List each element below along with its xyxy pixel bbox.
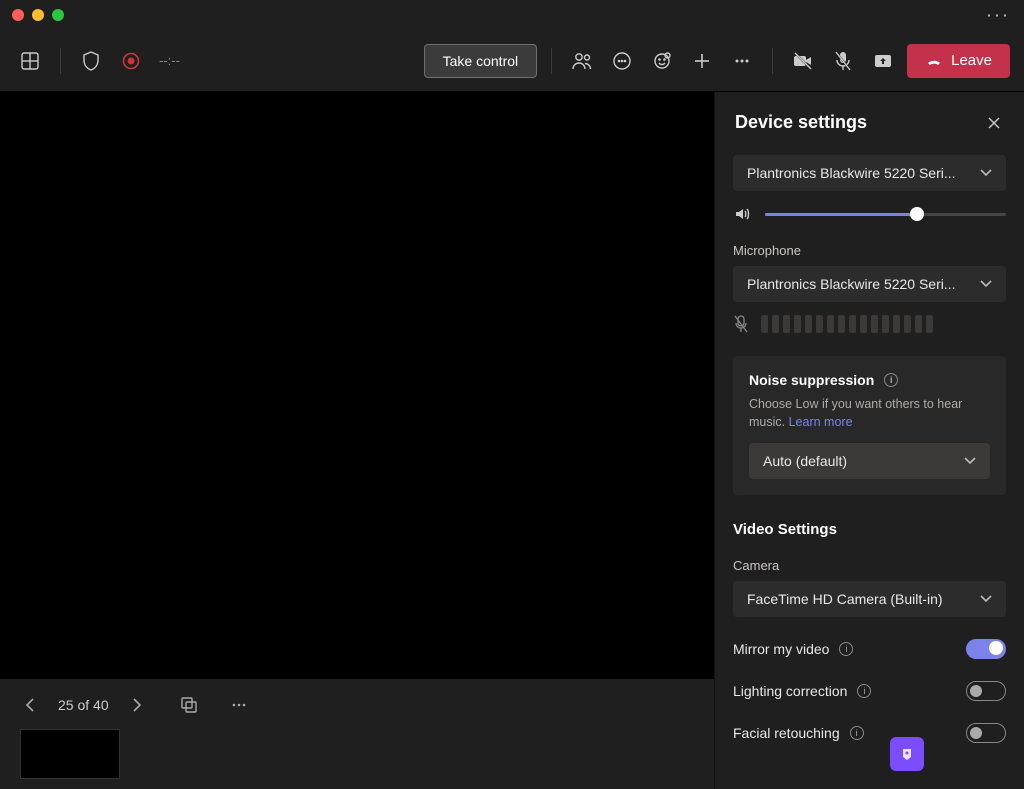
info-icon[interactable]: i [850,726,864,740]
mic-muted-icon [733,314,749,334]
hangup-icon [925,52,943,70]
mirror-label: Mirror my video [733,641,829,657]
fullscreen-window-button[interactable] [52,9,64,21]
slide-view-icon[interactable] [173,689,205,721]
next-slide-button[interactable] [127,695,147,715]
separator [60,48,61,74]
reactions-icon[interactable] [646,45,678,77]
camera-off-icon[interactable] [787,45,819,77]
noise-value: Auto (default) [763,453,847,469]
record-icon[interactable] [115,45,147,77]
chevron-down-icon [980,169,992,177]
retouch-label: Facial retouching [733,725,840,741]
close-panel-button[interactable] [984,113,1004,133]
titlebar: ··· [0,0,1024,30]
add-icon[interactable] [686,45,718,77]
microphone-label: Microphone [733,243,1006,258]
retouch-toggle[interactable] [966,723,1006,743]
presentation-stage: 25 of 40 [0,92,714,789]
minimize-window-button[interactable] [32,9,44,21]
separator [551,48,552,74]
leave-label: Leave [951,52,992,69]
shield-icon[interactable] [75,45,107,77]
speaker-value: Plantronics Blackwire 5220 Seri... [747,165,956,181]
prev-slide-button[interactable] [20,695,40,715]
call-duration: --:-- [159,53,180,68]
slide-more-icon[interactable] [223,689,255,721]
people-icon[interactable] [566,45,598,77]
info-icon[interactable]: i [857,684,871,698]
share-screen-icon[interactable] [867,45,899,77]
panel-title: Device settings [735,112,867,133]
title-more-icon[interactable]: ··· [986,5,1010,26]
noise-title: Noise suppression [749,372,874,388]
info-icon[interactable]: i [884,373,898,387]
speaker-volume-slider[interactable] [765,213,1006,216]
mic-level-meter [761,315,933,333]
more-actions-icon[interactable] [726,45,758,77]
shared-screen-area [0,92,714,679]
video-settings-heading: Video Settings [733,521,1006,538]
chat-icon[interactable] [606,45,638,77]
chevron-down-icon [980,280,992,288]
close-window-button[interactable] [12,9,24,21]
info-icon[interactable]: i [839,642,853,656]
microphone-dropdown[interactable]: Plantronics Blackwire 5220 Seri... [733,266,1006,302]
camera-value: FaceTime HD Camera (Built-in) [747,591,943,607]
microphone-value: Plantronics Blackwire 5220 Seri... [747,276,956,292]
window-controls [12,9,64,21]
noise-description: Choose Low if you want others to hear mu… [749,396,990,431]
watermark-badge [890,737,924,771]
mirror-toggle[interactable] [966,639,1006,659]
call-toolbar: --:-- Take control Leave [0,30,1024,92]
chevron-down-icon [980,595,992,603]
take-control-button[interactable]: Take control [424,44,537,78]
leave-button[interactable]: Leave [907,44,1010,78]
mic-off-icon[interactable] [827,45,859,77]
camera-dropdown[interactable]: FaceTime HD Camera (Built-in) [733,581,1006,617]
learn-more-link[interactable]: Learn more [789,415,853,429]
noise-dropdown[interactable]: Auto (default) [749,443,990,479]
camera-label: Camera [733,558,1006,573]
lighting-toggle[interactable] [966,681,1006,701]
layout-grid-icon[interactable] [14,45,46,77]
noise-suppression-section: Noise suppression i Choose Low if you wa… [733,356,1006,495]
slide-counter: 25 of 40 [58,697,109,713]
device-settings-panel: Device settings Plantronics Blackwire 52… [714,92,1024,789]
lighting-label: Lighting correction [733,683,847,699]
separator [772,48,773,74]
speaker-dropdown[interactable]: Plantronics Blackwire 5220 Seri... [733,155,1006,191]
slide-controls: 25 of 40 [0,679,714,789]
speaker-volume-icon [733,205,751,223]
slide-thumbnail[interactable] [20,729,120,779]
chevron-down-icon [964,457,976,465]
